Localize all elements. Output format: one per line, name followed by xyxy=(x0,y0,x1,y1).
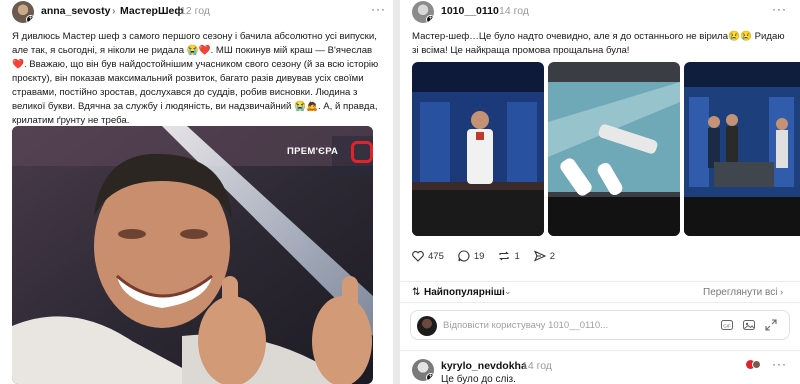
view-all-link[interactable]: Переглянути всі xyxy=(703,287,777,298)
comment-row: + kyrylo_nevdokha 14 год Це було до сліз… xyxy=(400,350,800,384)
follow-plus-icon[interactable]: + xyxy=(426,373,434,381)
follow-plus-icon[interactable]: + xyxy=(26,15,34,23)
more-options-icon[interactable]: ··· xyxy=(772,357,787,371)
image-icon[interactable] xyxy=(743,319,755,331)
chevron-down-icon[interactable]: ⌄ xyxy=(504,286,512,297)
laughing-chef-photo xyxy=(12,126,373,384)
post-photo-1[interactable] xyxy=(412,62,544,236)
heart-icon xyxy=(412,250,424,262)
post-header: + 1010__0110 14 год ··· xyxy=(400,0,800,24)
repost-button[interactable]: 1 xyxy=(498,250,520,262)
username[interactable]: 1010__0110 xyxy=(441,5,499,17)
post-photo-2[interactable] xyxy=(548,62,680,236)
post-text: Я дивлюсь Мастер шеф з самого першого се… xyxy=(12,31,379,126)
comment-text: Це було до сліз. xyxy=(441,374,516,384)
reaction-avatar-icon xyxy=(752,360,761,369)
gif-icon[interactable]: GIF xyxy=(721,319,733,331)
comment-count: 19 xyxy=(473,250,485,262)
more-options-icon[interactable]: ··· xyxy=(371,2,386,16)
sort-icon: ⇅ xyxy=(412,287,421,298)
expand-icon[interactable] xyxy=(765,319,777,331)
avatar[interactable]: + xyxy=(412,1,434,23)
post-photo[interactable]: ПРЕМ'ЄРА xyxy=(12,126,373,384)
share-count: 2 xyxy=(549,250,556,262)
premiere-logo-icon xyxy=(351,141,373,163)
my-avatar xyxy=(417,316,437,336)
topic-separator: › xyxy=(112,5,116,17)
comment-bubble-icon xyxy=(458,250,470,262)
tv-watermark: ПРЕМ'ЄРА xyxy=(287,146,339,157)
like-button[interactable]: 475 xyxy=(412,251,444,262)
post-header: + anna_sevosty › МастерШеф 12 год ··· xyxy=(0,0,393,24)
post-photo-3[interactable] xyxy=(684,62,800,236)
post-time: 14 год xyxy=(499,5,529,17)
comment-button[interactable]: 19 xyxy=(458,250,485,262)
avatar[interactable]: + xyxy=(12,1,34,23)
post-text: Мастер-шеф…Це було надто очевидно, але я… xyxy=(412,31,785,56)
right-post-card: + 1010__0110 14 год ··· Мастер-шеф…Це бу… xyxy=(400,0,800,384)
avatar[interactable]: + xyxy=(412,359,434,381)
username[interactable]: anna_sevosty xyxy=(41,5,110,17)
comments-sort-bar: ⇅ Найпопулярніші ⌄ Переглянути всі › xyxy=(400,281,800,303)
follow-plus-icon[interactable]: + xyxy=(426,15,434,23)
share-button[interactable]: 2 xyxy=(533,250,556,262)
topic-tag[interactable]: МастерШеф xyxy=(120,5,184,17)
post-time: 12 год xyxy=(180,5,210,17)
comment-username[interactable]: kyrylo_nevdokha xyxy=(441,360,527,372)
send-icon xyxy=(533,250,546,262)
comment-time: 14 год xyxy=(522,360,552,372)
knives-photo xyxy=(548,62,680,236)
post-actions: 475 19 1 2 xyxy=(412,250,569,262)
chevron-right-icon[interactable]: › xyxy=(780,287,783,297)
studio-chef-photo xyxy=(412,62,544,236)
reply-input[interactable]: Відповісти користувачу 1010__0110... xyxy=(443,320,608,331)
more-options-icon[interactable]: ··· xyxy=(772,2,787,16)
repost-icon xyxy=(499,251,510,261)
left-post-card: + anna_sevosty › МастерШеф 12 год ··· Я … xyxy=(0,0,393,384)
reply-box[interactable]: Відповісти користувачу 1010__0110... GIF xyxy=(410,310,790,340)
like-count: 475 xyxy=(428,250,444,262)
judges-photo xyxy=(684,62,800,236)
repost-count: 1 xyxy=(514,250,520,262)
svg-text:GIF: GIF xyxy=(723,324,731,329)
sort-dropdown[interactable]: Найпопулярніші xyxy=(424,287,505,298)
